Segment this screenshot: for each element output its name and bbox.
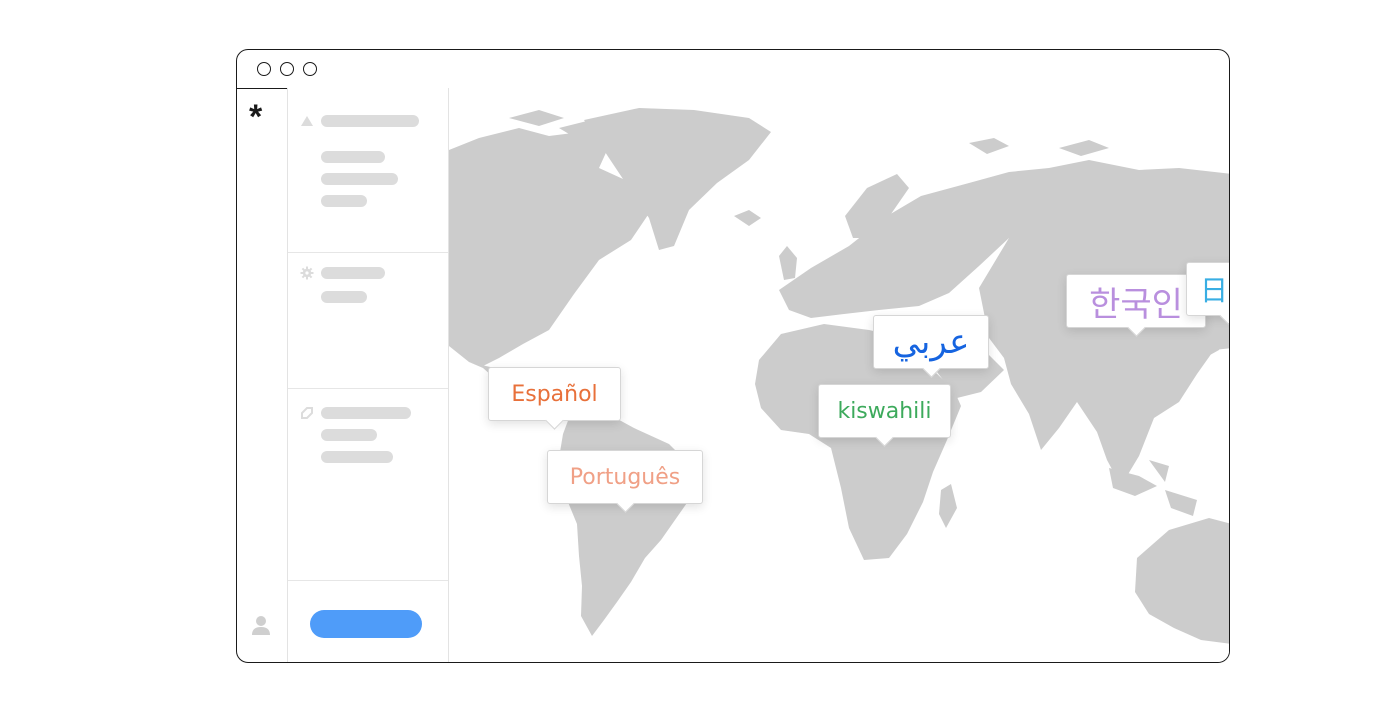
arctic-islands [969, 138, 1109, 156]
placeholder-line [321, 291, 367, 303]
triangle-icon [301, 116, 313, 126]
south-america-landmass [559, 410, 701, 636]
close-window-button[interactable] [257, 62, 271, 76]
language-label-japanese: 日本 [1199, 274, 1229, 307]
user-icon[interactable] [251, 614, 271, 636]
language-bubble-swahili[interactable]: kiswahili [818, 384, 951, 438]
world-map: Español Português kiswahili عربي 한국인 日本 [449, 88, 1229, 662]
placeholder-line [321, 429, 377, 441]
australia-landmass [1135, 518, 1229, 644]
sidebar-footer [288, 580, 448, 662]
placeholder-line [321, 195, 367, 207]
language-bubble-korean[interactable]: 한국인 [1066, 274, 1206, 328]
madagascar [939, 484, 957, 528]
placeholder-line [321, 267, 385, 279]
placeholder-line [321, 151, 385, 163]
primary-action-button[interactable] [310, 610, 422, 638]
language-label-portuguese: Português [569, 464, 681, 490]
maximize-window-button[interactable] [303, 62, 317, 76]
icon-rail: * [237, 88, 288, 662]
gear-icon [300, 266, 314, 280]
language-label-arabic: عربي [892, 322, 970, 362]
language-bubble-spanish[interactable]: Español [488, 367, 621, 421]
language-label-spanish: Español [511, 381, 598, 407]
placeholder-line [321, 407, 411, 419]
sidebar-section-2[interactable] [288, 252, 448, 389]
language-bubble-portuguese[interactable]: Português [547, 450, 703, 504]
british-isles [779, 246, 797, 280]
language-label-swahili: kiswahili [837, 398, 932, 424]
sidebar-panel [288, 88, 449, 662]
language-bubble-japanese[interactable]: 日本 [1186, 262, 1229, 316]
language-bubble-arabic[interactable]: عربي [873, 315, 989, 369]
sidebar-section-3[interactable] [288, 388, 448, 581]
browser-window: * Español Português kiswahili عربي 한국인 日 [236, 49, 1230, 663]
language-label-korean: 한국인 [1089, 284, 1183, 325]
minimize-window-button[interactable] [280, 62, 294, 76]
tag-icon [301, 407, 313, 419]
placeholder-line [321, 173, 398, 185]
iceland-landmass [734, 210, 761, 226]
placeholder-line [321, 115, 419, 127]
asterisk-icon[interactable]: * [249, 100, 262, 134]
sidebar-section-1[interactable] [288, 88, 448, 253]
placeholder-line [321, 451, 393, 463]
title-bar [237, 50, 1229, 89]
